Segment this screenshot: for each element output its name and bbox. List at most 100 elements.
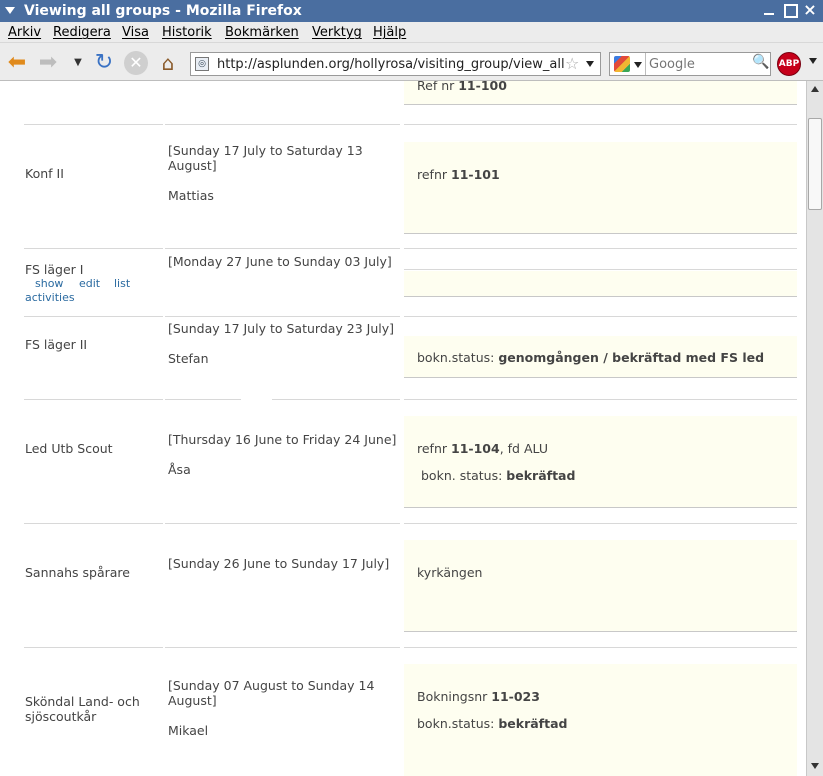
scrollbar-thumb[interactable] [808, 118, 822, 210]
row-divider [24, 248, 163, 249]
list-activities-link-cont[interactable]: activities [25, 291, 75, 305]
maximize-icon[interactable] [783, 3, 798, 18]
menu-historik[interactable]: Historik [162, 24, 212, 41]
vertical-scrollbar[interactable] [806, 81, 823, 776]
row-divider [404, 316, 797, 317]
row-divider [24, 647, 163, 648]
row-divider [165, 316, 400, 317]
group-dates: [Monday 27 June to Sunday 03 July] [168, 254, 392, 269]
row-divider [24, 316, 163, 317]
note-value: bekräftad [506, 468, 576, 483]
group-note: Ref nr 11-100 [404, 81, 797, 105]
group-name: FS läger I [25, 262, 84, 277]
group-contact: Mikael [168, 723, 209, 738]
menu-bokmarken[interactable]: Bokmärken [225, 24, 299, 41]
note-suffix: , fd ALU [499, 441, 549, 456]
menu-arkiv[interactable]: Arkiv [8, 24, 41, 41]
bookmark-star-icon[interactable]: ☆ [565, 55, 579, 73]
group-contact: Åsa [168, 462, 191, 477]
group-note: kyrkängen [404, 540, 797, 632]
menu-hjalp[interactable]: Hjälp [373, 24, 406, 41]
home-icon[interactable]: ⌂ [156, 51, 180, 75]
search-engine-icon[interactable] [614, 56, 630, 72]
note-label: refnr [417, 167, 448, 182]
row-divider [165, 248, 400, 249]
group-name: Led Utb Scout [25, 441, 113, 456]
row-divider [165, 124, 400, 125]
note-label: Ref nr [417, 81, 455, 93]
group-note: refnr 11-101 [404, 142, 797, 234]
note-value: 11-101 [451, 167, 500, 182]
url-dropdown-icon[interactable] [586, 61, 594, 67]
row-divider [24, 124, 163, 125]
group-name: FS läger II [25, 337, 88, 352]
row-divider [404, 523, 797, 524]
menu-redigera[interactable]: Redigera [53, 24, 111, 41]
window-menu-icon[interactable] [5, 7, 15, 14]
group-note [404, 271, 797, 297]
list-activities-link[interactable]: list [114, 277, 130, 291]
group-dates: [Sunday 26 June to Sunday 17 July] [168, 556, 390, 571]
edit-link[interactable]: edit [79, 277, 100, 291]
forward-arrow-icon[interactable]: ➡ [36, 51, 60, 75]
url-text[interactable]: http://asplunden.org/hollyrosa/visiting_… [217, 56, 565, 73]
note-label: kyrkängen [417, 565, 483, 580]
menu-bar: Arkiv Redigera Visa Historik Bokmärken V… [0, 22, 823, 43]
url-bar[interactable]: ◎ http://asplunden.org/hollyrosa/visitin… [190, 52, 601, 76]
note-value: genomgången / bekräftad med FS led [498, 350, 765, 365]
note-label: bokn.status: [417, 716, 495, 731]
search-separator [645, 53, 646, 75]
row-divider [404, 248, 797, 249]
row-divider [165, 647, 400, 648]
stop-icon[interactable]: ✕ [124, 51, 148, 75]
row-divider [404, 399, 797, 400]
history-dropdown-icon[interactable]: ▼ [66, 51, 90, 75]
group-dates: [Sunday 17 July to Saturday 23 July] [168, 321, 395, 336]
search-bar[interactable]: 🔍 [609, 52, 771, 76]
navigation-toolbar: ⬅ ➡ ▼ ↻ ✕ ⌂ ◎ http://asplunden.org/holly… [0, 43, 823, 81]
search-engine-dropdown-icon[interactable] [634, 62, 642, 68]
row-divider [404, 647, 797, 648]
adblock-icon[interactable]: ABP [777, 52, 801, 76]
note-label: bokn.status: [417, 350, 495, 365]
note-label: Bokningsnr [417, 689, 488, 704]
note-value: 11-023 [491, 689, 540, 704]
show-link[interactable]: show [35, 277, 63, 291]
scroll-up-icon[interactable] [811, 86, 819, 92]
group-note: Bokningsnr 11-023 bokn.status: bekräftad [404, 664, 797, 776]
group-note: refnr 11-104, fd ALU bokn. status: bekrä… [404, 416, 797, 508]
group-name: Sannahs spårare [25, 565, 130, 580]
title-bar: Viewing all groups - Mozilla Firefox × [0, 0, 823, 22]
group-dates: [Thursday 16 June to Friday 24 June] [168, 432, 397, 447]
row-divider [404, 269, 797, 270]
group-contact: Mattias [168, 188, 214, 203]
group-dates-cont: August] [168, 158, 217, 173]
row-divider [24, 523, 163, 524]
group-name: Konf II [25, 166, 64, 181]
firefox-window: Viewing all groups - Mozilla Firefox × A… [0, 0, 823, 776]
reload-icon[interactable]: ↻ [92, 51, 116, 75]
site-identity-icon[interactable]: ◎ [195, 57, 209, 71]
menu-visa[interactable]: Visa [122, 24, 149, 41]
group-dates: [Sunday 07 August to Sunday 14 [168, 678, 375, 693]
group-dates: [Sunday 17 July to Saturday 13 [168, 143, 363, 158]
row-divider [24, 399, 163, 400]
menu-verktyg[interactable]: Verktyg [312, 24, 362, 41]
row-divider [165, 523, 400, 524]
group-name-cont: sjöscoutkår [25, 709, 97, 724]
row-divider [165, 399, 241, 400]
search-icon[interactable]: 🔍 [752, 54, 769, 70]
row-divider [404, 124, 797, 125]
note-value: 11-104 [451, 441, 500, 456]
back-arrow-icon[interactable]: ⬅ [5, 51, 29, 75]
note-label: refnr [417, 441, 448, 456]
adblock-dropdown-icon[interactable] [809, 58, 817, 64]
note-value: 11-100 [458, 81, 507, 93]
search-input[interactable] [649, 55, 749, 73]
minimize-icon[interactable] [762, 3, 776, 17]
scroll-down-icon[interactable] [811, 763, 819, 769]
page-content: Ref nr 11-100 Konf II [Sunday 17 July to… [0, 81, 806, 776]
group-name: Sköndal Land- och [25, 694, 140, 709]
close-icon[interactable]: × [803, 2, 817, 18]
group-contact: Stefan [168, 351, 209, 366]
